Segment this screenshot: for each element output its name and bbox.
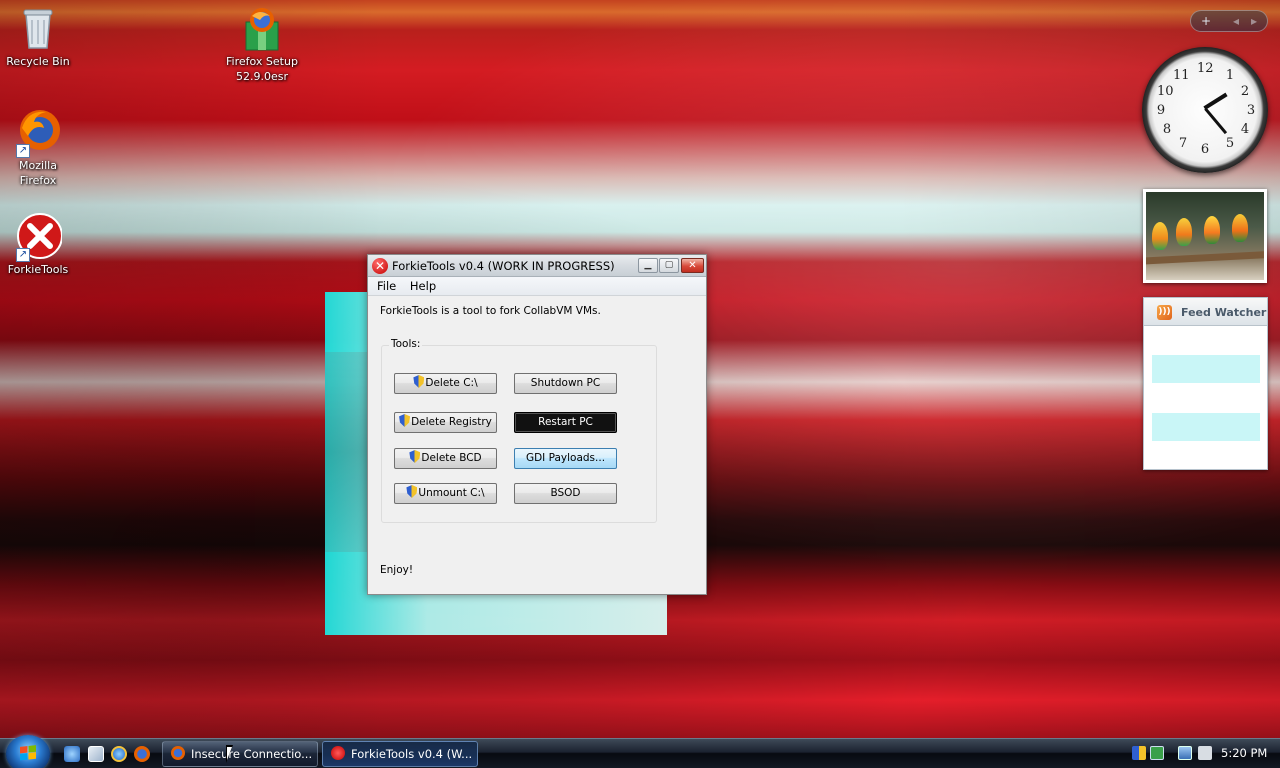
menu-help[interactable]: Help xyxy=(405,277,441,295)
window-title: ForkieTools v0.4 (WORK IN PROGRESS) xyxy=(392,259,615,273)
clock-number: 12 xyxy=(1197,61,1214,76)
mouse-pointer-icon xyxy=(226,745,233,763)
tools-group-label: Tools: xyxy=(389,338,423,350)
close-button[interactable]: ✕ xyxy=(681,258,704,273)
desktop-icon-mozilla-firefox[interactable]: ↗ Mozilla Firefox xyxy=(0,108,76,188)
button-label: Delete C:\ xyxy=(425,377,478,389)
footer-text: Enjoy! xyxy=(380,564,414,576)
maximize-button[interactable]: ▢ xyxy=(659,258,679,273)
parrot-image xyxy=(1204,216,1220,244)
clock-number: 5 xyxy=(1225,136,1235,151)
parrot-image xyxy=(1152,222,1168,250)
button-label: Restart PC xyxy=(538,416,593,428)
window-titlebar[interactable]: ✕ ForkieTools v0.4 (WORK IN PROGRESS) ▁ … xyxy=(368,255,706,277)
button-label: BSOD xyxy=(550,487,581,499)
quicklaunch-switch-user-icon[interactable] xyxy=(64,746,80,762)
desktop-icon-label: Recycle Bin xyxy=(6,55,70,68)
sidebar-controls: + ◂ ▸ xyxy=(1190,10,1268,32)
app-x-icon: ✕ xyxy=(372,258,388,274)
desktop-icon-recycle-bin[interactable]: Recycle Bin xyxy=(0,4,76,69)
windows-logo-icon xyxy=(20,745,36,761)
uac-shield-icon xyxy=(406,485,418,498)
firefox-installer-icon xyxy=(238,4,286,52)
uac-shield-icon xyxy=(409,450,421,463)
button-label: Delete BCD xyxy=(421,452,482,464)
clock-number: 6 xyxy=(1200,142,1210,157)
minimize-button[interactable]: ▁ xyxy=(638,258,658,273)
bsod-button[interactable]: BSOD xyxy=(514,483,617,504)
taskbar: Insecure Connectio... ForkieTools v0.4 (… xyxy=(0,735,1280,768)
start-button[interactable] xyxy=(6,735,50,768)
taskbar-item-label: Insecure Connectio... xyxy=(191,747,313,761)
delete-c-button[interactable]: Delete C:\ xyxy=(394,373,497,394)
forkietools-window[interactable]: ✕ ForkieTools v0.4 (WORK IN PROGRESS) ▁ … xyxy=(367,254,707,595)
button-label: Delete Registry xyxy=(411,416,492,428)
shortcut-arrow-icon: ↗ xyxy=(16,248,30,262)
clock-number: 11 xyxy=(1173,68,1190,83)
quicklaunch-internet-explorer-icon[interactable] xyxy=(111,746,127,762)
error-x-icon xyxy=(331,746,345,760)
photo-branch xyxy=(1146,250,1264,265)
uac-shield-icon xyxy=(413,375,425,388)
shutdown-pc-button[interactable]: Shutdown PC xyxy=(514,373,617,394)
uac-shield-icon xyxy=(399,414,411,427)
clock-number: 7 xyxy=(1178,136,1188,151)
restart-pc-button[interactable]: Restart PC xyxy=(514,412,617,433)
feed-item[interactable] xyxy=(1152,413,1260,441)
feed-item[interactable] xyxy=(1152,355,1260,383)
taskbar-item-forkietools[interactable]: ForkieTools v0.4 (W... xyxy=(322,741,478,767)
firefox-icon xyxy=(171,746,185,760)
clock-hour-hand xyxy=(1203,92,1228,110)
gdi-payloads-button[interactable]: GDI Payloads... xyxy=(514,448,617,469)
security-shield-icon[interactable] xyxy=(1132,746,1146,760)
quicklaunch-firefox-icon[interactable] xyxy=(134,746,150,762)
shortcut-arrow-icon: ↗ xyxy=(16,144,30,158)
desktop-icon-label: ForkieTools xyxy=(7,263,69,276)
taskbar-clock[interactable]: 5:20 PM xyxy=(1221,746,1267,760)
clock-number: 10 xyxy=(1157,84,1174,99)
desktop-icon-label: Mozilla Firefox xyxy=(19,159,57,187)
feed-header: ))) Feed Watcher xyxy=(1144,298,1267,326)
description-text: ForkieTools is a tool to fork CollabVM V… xyxy=(380,305,601,317)
desktop-icon-firefox-setup[interactable]: Firefox Setup 52.9.0esr xyxy=(224,4,300,84)
taskbar-item-insecure-connection[interactable]: Insecure Connectio... xyxy=(162,741,318,767)
previous-icon[interactable]: ◂ xyxy=(1233,11,1239,31)
button-label: Unmount C:\ xyxy=(418,487,485,499)
menu-file[interactable]: File xyxy=(372,277,401,295)
feed-title: Feed Watcher xyxy=(1181,306,1267,319)
button-label: GDI Payloads... xyxy=(525,452,606,464)
clock-gadget[interactable]: 12 1 2 3 4 5 6 7 8 9 10 11 xyxy=(1142,47,1268,173)
unmount-c-button[interactable]: Unmount C:\ xyxy=(394,483,497,504)
clock-number: 3 xyxy=(1246,103,1256,118)
clock-minute-hand xyxy=(1204,107,1228,135)
error-x-icon: ↗ xyxy=(14,212,63,262)
parrot-image xyxy=(1232,214,1248,242)
clock-number: 2 xyxy=(1240,84,1250,99)
add-gadget-icon[interactable]: + xyxy=(1201,11,1211,31)
system-tray: 5:20 PM xyxy=(1126,739,1280,768)
desktop-icon-label: Firefox Setup 52.9.0esr xyxy=(226,55,298,83)
clock-number: 4 xyxy=(1240,122,1250,137)
firefox-icon: ↗ xyxy=(14,108,62,158)
volume-muted-icon[interactable] xyxy=(1198,746,1212,760)
desktop-icon-forkietools[interactable]: ↗ ForkieTools xyxy=(0,212,76,277)
taskbar-item-label: ForkieTools v0.4 (W... xyxy=(351,747,473,761)
recycle-bin-icon xyxy=(14,4,62,52)
tray-app-icon[interactable] xyxy=(1150,746,1164,760)
button-label: Shutdown PC xyxy=(530,377,601,389)
clock-number: 9 xyxy=(1156,103,1166,118)
feed-watcher-gadget[interactable]: ))) Feed Watcher xyxy=(1143,297,1268,470)
delete-registry-button[interactable]: Delete Registry xyxy=(394,412,497,433)
parrot-image xyxy=(1176,218,1192,246)
slideshow-gadget[interactable] xyxy=(1143,189,1267,283)
menu-bar: File Help xyxy=(368,277,706,296)
network-icon[interactable] xyxy=(1178,746,1192,760)
clock-number: 1 xyxy=(1225,68,1235,83)
quicklaunch-show-desktop-icon[interactable] xyxy=(88,746,104,762)
clock-number: 8 xyxy=(1162,122,1172,137)
rss-icon: ))) xyxy=(1157,305,1172,320)
next-icon[interactable]: ▸ xyxy=(1251,11,1257,31)
delete-bcd-button[interactable]: Delete BCD xyxy=(394,448,497,469)
